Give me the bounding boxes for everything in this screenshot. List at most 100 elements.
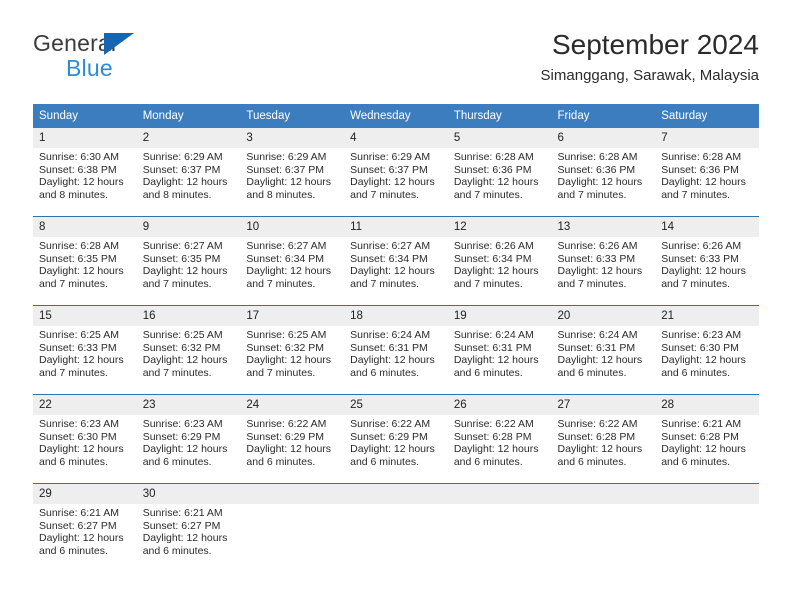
day-number[interactable]: 9 [136, 217, 241, 237]
day-number[interactable]: 17 [240, 306, 345, 326]
day-cell[interactable]: Sunrise: 6:24 AM Sunset: 6:31 PM Dayligh… [447, 326, 552, 394]
day-cell[interactable]: Sunrise: 6:22 AM Sunset: 6:28 PM Dayligh… [447, 415, 552, 483]
general-blue-logo[interactable]: General Blue [33, 32, 243, 81]
day-cell[interactable]: Sunrise: 6:25 AM Sunset: 6:32 PM Dayligh… [136, 326, 241, 394]
day-number[interactable]: 22 [33, 395, 137, 415]
day-number[interactable]: 3 [240, 128, 345, 148]
daylight-text-line2: and 6 minutes. [39, 455, 108, 468]
day-cell[interactable]: Sunrise: 6:25 AM Sunset: 6:33 PM Dayligh… [33, 326, 137, 394]
day-cell[interactable]: Sunrise: 6:21 AM Sunset: 6:27 PM Dayligh… [136, 504, 241, 572]
day-cell[interactable]: Sunrise: 6:26 AM Sunset: 6:33 PM Dayligh… [655, 237, 759, 305]
day-number[interactable]: 12 [447, 217, 552, 237]
sunrise-text: Sunrise: 6:27 AM [350, 240, 431, 252]
day-number[interactable]: 30 [136, 484, 241, 504]
daylight-text-line2: and 7 minutes. [246, 366, 316, 379]
daylight-text-line1: Daylight: 12 hours [453, 354, 539, 367]
weekday-header-wednesday: Wednesday [344, 104, 448, 128]
day-number[interactable]: 4 [344, 128, 448, 148]
sunrise-text: Sunrise: 6:22 AM [453, 418, 534, 430]
day-cell[interactable]: Sunrise: 6:29 AM Sunset: 6:37 PM Dayligh… [240, 148, 345, 216]
sunrise-text: Sunrise: 6:30 AM [39, 151, 119, 163]
sunrise-text: Sunrise: 6:25 AM [142, 329, 223, 341]
day-cell[interactable]: Sunrise: 6:26 AM Sunset: 6:33 PM Dayligh… [551, 237, 656, 305]
day-number[interactable]: 18 [344, 306, 448, 326]
daylight-text-line1: Daylight: 12 hours [661, 265, 746, 278]
day-cell[interactable]: Sunrise: 6:22 AM Sunset: 6:28 PM Dayligh… [551, 415, 656, 483]
day-number[interactable]: 15 [33, 306, 137, 326]
day-number[interactable]: 25 [344, 395, 448, 415]
day-cell[interactable]: Sunrise: 6:28 AM Sunset: 6:36 PM Dayligh… [655, 148, 759, 216]
day-cell[interactable]: Sunrise: 6:23 AM Sunset: 6:29 PM Dayligh… [136, 415, 241, 483]
day-cell[interactable]: Sunrise: 6:28 AM Sunset: 6:35 PM Dayligh… [33, 237, 137, 305]
day-cell[interactable]: Sunrise: 6:22 AM Sunset: 6:29 PM Dayligh… [240, 415, 345, 483]
day-cell[interactable]: Sunrise: 6:22 AM Sunset: 6:29 PM Dayligh… [344, 415, 448, 483]
daylight-text-line2: and 7 minutes. [142, 366, 212, 379]
sunrise-text: Sunrise: 6:29 AM [246, 151, 327, 163]
day-number[interactable]: 13 [551, 217, 656, 237]
day-cell[interactable]: Sunrise: 6:28 AM Sunset: 6:36 PM Dayligh… [447, 148, 552, 216]
day-number[interactable]: 7 [655, 128, 759, 148]
week-4-details: Sunrise: 6:23 AM Sunset: 6:30 PM Dayligh… [33, 415, 759, 483]
day-number[interactable]: 19 [447, 306, 552, 326]
day-number[interactable]: 2 [136, 128, 241, 148]
sunrise-text: Sunrise: 6:24 AM [453, 329, 534, 341]
day-cell[interactable]: Sunrise: 6:23 AM Sunset: 6:30 PM Dayligh… [655, 326, 759, 394]
sunrise-text: Sunrise: 6:24 AM [557, 329, 638, 341]
sunset-text: Sunset: 6:32 PM [142, 341, 221, 354]
day-cell[interactable]: Sunrise: 6:23 AM Sunset: 6:30 PM Dayligh… [33, 415, 137, 483]
sunrise-text: Sunrise: 6:23 AM [39, 418, 119, 430]
logo-word-blue: Blue [66, 55, 113, 81]
day-number[interactable]: 23 [136, 395, 241, 415]
day-cell[interactable]: Sunrise: 6:29 AM Sunset: 6:37 PM Dayligh… [344, 148, 448, 216]
sunrise-text: Sunrise: 6:23 AM [661, 329, 742, 341]
page-title: September 2024 [551, 29, 759, 60]
day-cell[interactable]: Sunrise: 6:27 AM Sunset: 6:35 PM Dayligh… [136, 237, 241, 305]
sunrise-text: Sunrise: 6:28 AM [453, 151, 534, 163]
sunset-text: Sunset: 6:30 PM [661, 341, 739, 354]
day-number[interactable]: 1 [33, 128, 137, 148]
day-cell[interactable]: Sunrise: 6:27 AM Sunset: 6:34 PM Dayligh… [240, 237, 345, 305]
sunset-text: Sunset: 6:36 PM [661, 163, 739, 176]
weekday-header-thursday: Thursday [447, 104, 552, 128]
sunset-text: Sunset: 6:36 PM [453, 163, 532, 176]
sunset-text: Sunset: 6:37 PM [142, 163, 221, 176]
daylight-text-line1: Daylight: 12 hours [39, 443, 124, 456]
day-number[interactable]: 26 [447, 395, 552, 415]
day-cell[interactable]: Sunrise: 6:24 AM Sunset: 6:31 PM Dayligh… [551, 326, 656, 394]
day-number[interactable]: 11 [344, 217, 448, 237]
daylight-text-line1: Daylight: 12 hours [350, 265, 435, 278]
weekday-header-friday: Friday [551, 104, 656, 128]
day-number-empty [447, 484, 552, 504]
daylight-text-line1: Daylight: 12 hours [246, 354, 332, 367]
day-cell[interactable]: Sunrise: 6:24 AM Sunset: 6:31 PM Dayligh… [344, 326, 448, 394]
day-cell[interactable]: Sunrise: 6:25 AM Sunset: 6:32 PM Dayligh… [240, 326, 345, 394]
day-number[interactable]: 24 [240, 395, 345, 415]
day-cell[interactable]: Sunrise: 6:21 AM Sunset: 6:27 PM Dayligh… [33, 504, 137, 572]
daylight-text-line1: Daylight: 12 hours [39, 265, 124, 278]
day-number[interactable]: 27 [551, 395, 656, 415]
day-number[interactable]: 29 [33, 484, 137, 504]
day-number[interactable]: 6 [551, 128, 656, 148]
daylight-text-line2: and 6 minutes. [453, 455, 523, 468]
day-cell[interactable]: Sunrise: 6:30 AM Sunset: 6:38 PM Dayligh… [33, 148, 137, 216]
day-cell[interactable]: Sunrise: 6:26 AM Sunset: 6:34 PM Dayligh… [447, 237, 552, 305]
sunset-text: Sunset: 6:36 PM [557, 163, 636, 176]
day-number[interactable]: 8 [33, 217, 137, 237]
day-number[interactable]: 21 [655, 306, 759, 326]
day-cell[interactable]: Sunrise: 6:27 AM Sunset: 6:34 PM Dayligh… [344, 237, 448, 305]
daylight-text-line1: Daylight: 12 hours [39, 176, 124, 189]
sunset-text: Sunset: 6:27 PM [39, 519, 117, 532]
day-number[interactable]: 16 [136, 306, 241, 326]
day-number[interactable]: 5 [447, 128, 552, 148]
daylight-text-line2: and 6 minutes. [246, 455, 316, 468]
day-number[interactable]: 20 [551, 306, 656, 326]
day-number[interactable]: 10 [240, 217, 345, 237]
day-cell[interactable]: Sunrise: 6:21 AM Sunset: 6:28 PM Dayligh… [655, 415, 759, 483]
sunrise-text: Sunrise: 6:26 AM [661, 240, 742, 252]
day-cell[interactable]: Sunrise: 6:28 AM Sunset: 6:36 PM Dayligh… [551, 148, 656, 216]
day-number[interactable]: 14 [655, 217, 759, 237]
day-number[interactable]: 28 [655, 395, 759, 415]
day-number-empty [551, 484, 656, 504]
daylight-text-line2: and 7 minutes. [142, 277, 212, 290]
day-cell[interactable]: Sunrise: 6:29 AM Sunset: 6:37 PM Dayligh… [136, 148, 241, 216]
